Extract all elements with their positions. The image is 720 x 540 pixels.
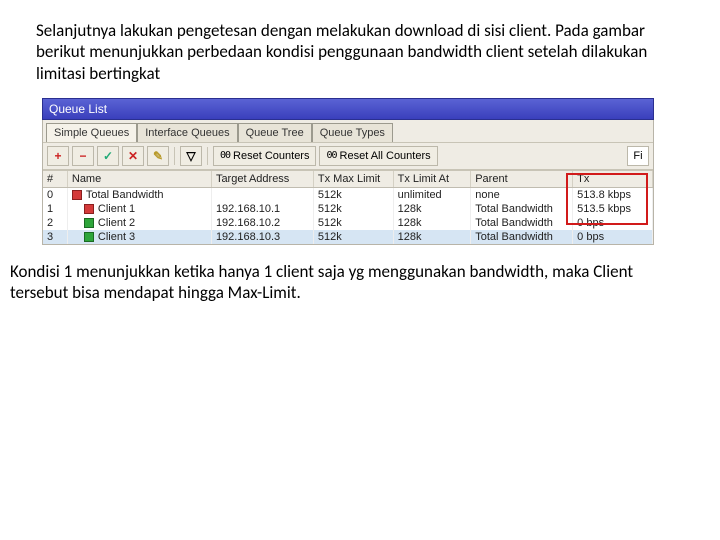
cell-parent: Total Bandwidth	[471, 230, 573, 244]
cell-name: Client 3	[67, 230, 211, 244]
cell-txlimit: 128k	[393, 230, 471, 244]
filter-button[interactable]: ▽	[180, 146, 202, 166]
col-tx[interactable]: Tx	[573, 171, 653, 188]
cell-number: 1	[43, 202, 67, 216]
queue-name-label: Client 3	[98, 231, 135, 243]
comment-button[interactable]: ✎	[147, 146, 169, 166]
col-txmax[interactable]: Tx Max Limit	[313, 171, 393, 188]
col-parent[interactable]: Parent	[471, 171, 573, 188]
cell-txmax: 512k	[313, 187, 393, 202]
find-button[interactable]: Fi	[627, 146, 649, 166]
queue-status-icon	[84, 204, 94, 214]
queue-status-icon	[84, 232, 94, 242]
queue-name-label: Client 1	[98, 203, 135, 215]
cell-parent: Total Bandwidth	[471, 202, 573, 216]
toolbar-separator	[174, 147, 175, 165]
cell-number: 0	[43, 187, 67, 202]
conclusion-paragraph: Kondisi 1 menunjukkan ketika hanya 1 cli…	[0, 245, 720, 304]
tab-interface-queues[interactable]: Interface Queues	[137, 123, 237, 142]
intro-paragraph: Selanjutnya lakukan pengetesan dengan me…	[0, 0, 720, 92]
queue-name-label: Total Bandwidth	[86, 189, 164, 201]
tab-simple-queues[interactable]: Simple Queues	[46, 123, 137, 142]
reset-all-counters-button[interactable]: 00 Reset All Counters	[319, 146, 437, 166]
queue-list-window: Queue List Simple Queues Interface Queue…	[42, 98, 654, 245]
tab-strip: Simple Queues Interface Queues Queue Tre…	[43, 120, 653, 142]
cell-parent: Total Bandwidth	[471, 216, 573, 230]
col-number[interactable]: #	[43, 171, 67, 188]
tab-queue-types[interactable]: Queue Types	[312, 123, 393, 142]
cell-tx: 513.8 kbps	[573, 187, 653, 202]
table-row[interactable]: 0 Total Bandwidth 512kunlimitednone513.8 k…	[43, 187, 653, 202]
col-txlimit[interactable]: Tx Limit At	[393, 171, 471, 188]
cell-number: 3	[43, 230, 67, 244]
cell-number: 2	[43, 216, 67, 230]
cell-name: Total Bandwidth	[67, 187, 211, 202]
table-row[interactable]: 3 Client 3 192.168.10.3512k128kTotal Bandw…	[43, 230, 653, 244]
grid-header-row: # Name Target Address Tx Max Limit Tx Li…	[43, 171, 653, 188]
cell-txlimit: 128k	[393, 202, 471, 216]
cell-target: 192.168.10.2	[211, 216, 313, 230]
queue-grid: # Name Target Address Tx Max Limit Tx Li…	[43, 170, 653, 244]
cell-name: Client 2	[67, 216, 211, 230]
cell-txmax: 512k	[313, 202, 393, 216]
add-button[interactable]: +	[47, 146, 69, 166]
cell-txmax: 512k	[313, 216, 393, 230]
table-row[interactable]: 1 Client 1 192.168.10.1512k128kTotal Bandw…	[43, 202, 653, 216]
col-name[interactable]: Name	[67, 171, 211, 188]
reset-counters-label: Reset Counters	[233, 150, 309, 162]
window-client: Simple Queues Interface Queues Queue Tre…	[42, 120, 654, 245]
queue-status-icon	[72, 190, 82, 200]
cell-target	[211, 187, 313, 202]
cell-txmax: 512k	[313, 230, 393, 244]
enable-button[interactable]: ✓	[97, 146, 119, 166]
toolbar-separator	[207, 147, 208, 165]
cell-tx: 0 bps	[573, 230, 653, 244]
remove-button[interactable]: −	[72, 146, 94, 166]
queue-name-label: Client 2	[98, 217, 135, 229]
reset-counters-button[interactable]: 00 Reset Counters	[213, 146, 316, 166]
cell-txlimit: unlimited	[393, 187, 471, 202]
disable-button[interactable]: ✕	[122, 146, 144, 166]
cell-tx: 513.5 kbps	[573, 202, 653, 216]
window-titlebar: Queue List	[42, 98, 654, 120]
table-row[interactable]: 2 Client 2 192.168.10.2512k128kTotal Bandw…	[43, 216, 653, 230]
reset-icon: 00	[220, 150, 230, 161]
toolbar: + − ✓ ✕ ✎ ▽ 00 Reset Counters 00 Reset A…	[43, 142, 653, 170]
cell-tx: 0 bps	[573, 216, 653, 230]
col-target[interactable]: Target Address	[211, 171, 313, 188]
reset-all-icon: 00	[326, 150, 336, 161]
cell-txlimit: 128k	[393, 216, 471, 230]
reset-all-counters-label: Reset All Counters	[340, 150, 431, 162]
tab-queue-tree[interactable]: Queue Tree	[238, 123, 312, 142]
cell-target: 192.168.10.3	[211, 230, 313, 244]
cell-target: 192.168.10.1	[211, 202, 313, 216]
cell-parent: none	[471, 187, 573, 202]
cell-name: Client 1	[67, 202, 211, 216]
queue-status-icon	[84, 218, 94, 228]
